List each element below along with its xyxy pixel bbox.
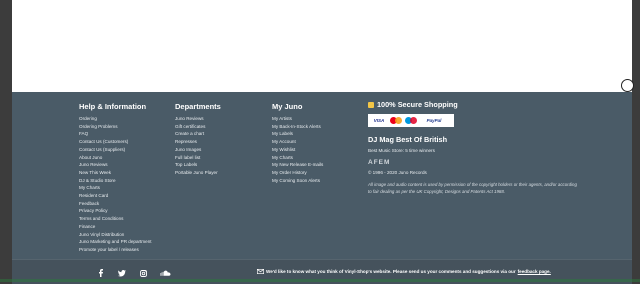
my-juno-heading: My Juno — [272, 102, 303, 111]
help-link[interactable]: Contact Us (Customers) — [79, 138, 152, 146]
copyright-text: © 1996 - 2020 Juno Records — [368, 170, 427, 175]
help-link[interactable]: New This Week — [79, 169, 152, 177]
help-link[interactable]: DJ & Studio Store — [79, 177, 152, 185]
my-juno-link[interactable]: My Coming Soon Alerts — [272, 177, 323, 185]
help-link[interactable]: Juno Vinyl Distribution — [79, 231, 152, 239]
facebook-icon[interactable] — [95, 268, 107, 278]
my-juno-link[interactable]: My Artists — [272, 115, 323, 123]
my-juno-link[interactable]: My Back-In-Stock Alerts — [272, 123, 323, 131]
envelope-icon — [257, 269, 264, 274]
scroll-to-top-icon[interactable] — [621, 79, 634, 92]
my-juno-link[interactable]: My Order History — [272, 169, 323, 177]
department-link[interactable]: Create a chart — [175, 130, 221, 138]
department-link[interactable]: Juno Reviews — [175, 115, 221, 123]
help-link[interactable]: Feedback — [79, 200, 152, 208]
djmag-subtitle: Best Music Store: 5 time winners — [368, 148, 435, 153]
department-link[interactable]: Represses — [175, 138, 221, 146]
help-link[interactable]: Juno Reviews — [79, 161, 152, 169]
twitter-icon[interactable] — [116, 268, 128, 278]
feedback-text: We'd like to know what you think of Viny… — [266, 269, 516, 274]
department-link[interactable]: Gift certificates — [175, 123, 221, 131]
secure-shopping-title: 100% Secure Shopping — [377, 100, 458, 109]
instagram-icon[interactable] — [137, 268, 149, 278]
maestro-logo — [405, 117, 418, 125]
help-link[interactable]: Promote your label / releases — [79, 246, 152, 254]
my-juno-link[interactable]: My Wishlist — [272, 146, 323, 154]
help-link[interactable]: My Charts — [79, 184, 152, 192]
department-link[interactable]: Full label list — [175, 154, 221, 162]
payment-cards: VISA PayPal — [368, 114, 454, 127]
afem-logo: AFEM — [368, 159, 391, 166]
departments-heading: Departments — [175, 102, 221, 111]
visa-logo: VISA — [373, 118, 385, 123]
department-link[interactable]: Juno Images — [175, 146, 221, 154]
bottom-accent-line — [0, 279, 640, 282]
help-link[interactable]: Juno Marketing and PR department — [79, 238, 152, 246]
help-link[interactable]: Ordering Problems — [79, 123, 152, 131]
help-link[interactable]: Ordering — [79, 115, 152, 123]
my-juno-link[interactable]: My Account — [272, 138, 323, 146]
departments-column: Departments Juno Reviews Gift certificate… — [175, 102, 221, 177]
my-juno-link[interactable]: My New Release E-mails — [272, 161, 323, 169]
page-content-area — [12, 0, 632, 92]
department-link[interactable]: Portable Juno Player — [175, 169, 221, 177]
help-link[interactable]: FAQ — [79, 130, 152, 138]
soundcloud-icon[interactable] — [158, 268, 172, 278]
secure-shopping-column: 100% Secure Shopping VISA PayPal DJ Mag … — [368, 100, 588, 195]
department-link[interactable]: Top Labels — [175, 161, 221, 169]
help-links-list: Ordering Ordering Problems FAQ Contact Us (… — [79, 115, 152, 254]
feedback-message: We'd like to know what you think of Viny… — [257, 269, 551, 274]
help-link[interactable]: Privacy Policy — [79, 207, 152, 215]
lock-icon — [368, 102, 374, 108]
help-link[interactable]: Finance — [79, 223, 152, 231]
paypal-logo: PayPal — [426, 118, 442, 123]
my-juno-link[interactable]: My Charts — [272, 154, 323, 162]
help-link[interactable]: Terms and Conditions — [79, 215, 152, 223]
help-link[interactable]: Contact Us (Suppliers) — [79, 146, 152, 154]
legal-notice: All image and audio content is used by p… — [368, 182, 577, 194]
mastercard-logo — [390, 117, 403, 125]
departments-links-list: Juno Reviews Gift certificates Create a ch… — [175, 115, 221, 177]
help-information-column: Help & Information Ordering Ordering Prob… — [79, 102, 152, 254]
my-juno-link[interactable]: My Labels — [272, 130, 323, 138]
feedback-page-link[interactable]: feedback page. — [518, 269, 551, 274]
my-juno-links-list: My Artists My Back-In-Stock Alerts My Labe… — [272, 115, 323, 184]
secure-shopping-heading: 100% Secure Shopping — [368, 100, 588, 109]
help-information-heading: Help & Information — [79, 102, 147, 111]
djmag-heading: DJ Mag Best Of British — [368, 135, 448, 144]
help-link[interactable]: About Juno — [79, 154, 152, 162]
help-link[interactable]: Resident Card — [79, 192, 152, 200]
my-juno-column: My Juno My Artists My Back-In-Stock Alert… — [272, 102, 323, 184]
page-gutter — [632, 0, 640, 283]
